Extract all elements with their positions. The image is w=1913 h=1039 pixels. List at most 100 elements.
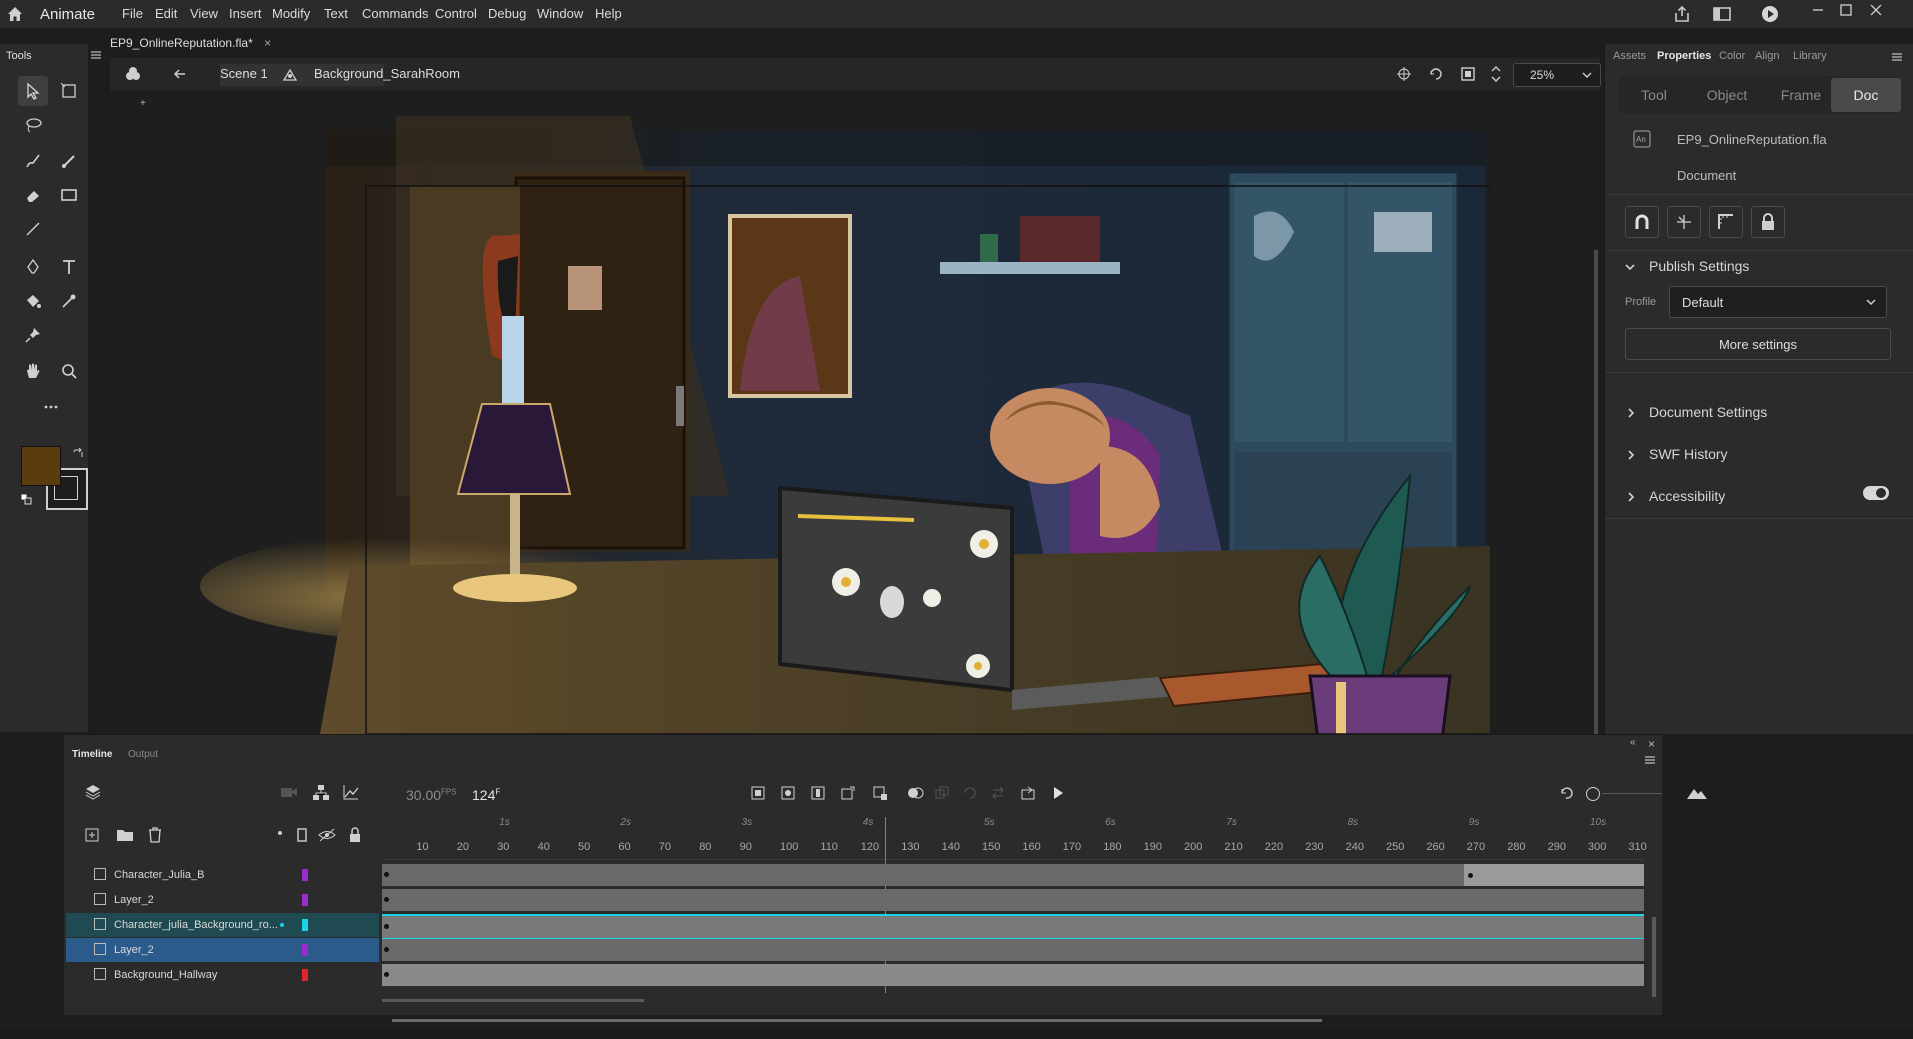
chevron-right-icon[interactable] bbox=[1627, 408, 1635, 418]
layer-color-swatch[interactable] bbox=[302, 969, 308, 981]
collapse-panel-icon[interactable]: « bbox=[1630, 737, 1636, 748]
tab-library[interactable]: Library bbox=[1793, 50, 1827, 62]
document-settings-header[interactable]: Document Settings bbox=[1649, 404, 1767, 420]
stop-icon[interactable] bbox=[750, 785, 766, 801]
edit-symbols-icon[interactable] bbox=[124, 65, 142, 83]
loop-icon[interactable] bbox=[962, 785, 978, 801]
menu-modify[interactable]: Modify bbox=[272, 6, 310, 21]
tab-align[interactable]: Align bbox=[1755, 50, 1779, 62]
new-layer-icon[interactable] bbox=[84, 827, 100, 843]
tab-properties[interactable]: Properties bbox=[1657, 50, 1711, 62]
line-tool[interactable] bbox=[18, 214, 48, 244]
symbol-breadcrumb[interactable]: Background_SarahRoom bbox=[314, 66, 460, 81]
layer-color-swatch[interactable] bbox=[302, 944, 308, 956]
default-colors-icon[interactable] bbox=[20, 493, 32, 505]
chevron-right-icon[interactable] bbox=[1627, 492, 1635, 502]
chevron-right-icon[interactable] bbox=[1627, 450, 1635, 460]
swap-colors-icon[interactable] bbox=[72, 448, 84, 460]
insert-keyframe-icon[interactable] bbox=[780, 785, 796, 801]
eraser-tool[interactable] bbox=[18, 180, 48, 210]
fit-stage-icon[interactable] bbox=[1490, 64, 1502, 84]
panel-menu-icon[interactable] bbox=[90, 50, 102, 60]
frame-span[interactable] bbox=[1464, 864, 1644, 886]
menu-control[interactable]: Control bbox=[435, 6, 477, 21]
graph-icon[interactable] bbox=[342, 783, 360, 801]
segment-tool[interactable]: Tool bbox=[1619, 78, 1689, 112]
outline-icon[interactable] bbox=[297, 827, 307, 843]
more-settings-button[interactable]: More settings bbox=[1625, 328, 1891, 360]
rectangle-tool[interactable] bbox=[54, 180, 84, 210]
home-icon[interactable] bbox=[6, 5, 24, 23]
accessibility-header[interactable]: Accessibility bbox=[1649, 488, 1725, 504]
eyedropper-tool[interactable] bbox=[54, 286, 84, 316]
layer-row[interactable]: Layer_2 bbox=[66, 888, 379, 912]
camera-icon[interactable] bbox=[280, 785, 298, 799]
play-icon[interactable] bbox=[1050, 785, 1066, 801]
delete-layer-icon[interactable] bbox=[148, 827, 162, 843]
document-tab[interactable]: EP9_OnlineReputation.fla* × bbox=[110, 36, 271, 58]
menu-insert[interactable]: Insert bbox=[229, 6, 262, 21]
stage-vertical-scrollbar[interactable] bbox=[1594, 250, 1598, 734]
segment-frame[interactable]: Frame bbox=[1765, 78, 1837, 112]
layer-frames-track[interactable] bbox=[382, 889, 1644, 911]
lock-layer-icon[interactable] bbox=[348, 827, 362, 843]
rulers-button[interactable] bbox=[1709, 206, 1743, 238]
layer-color-swatch[interactable] bbox=[302, 869, 308, 881]
tab-timeline[interactable]: Timeline bbox=[72, 749, 112, 760]
insert-blank-keyframe-icon[interactable] bbox=[810, 785, 826, 801]
layer-color-swatch[interactable] bbox=[302, 919, 308, 931]
fill-color-swatch[interactable] bbox=[21, 446, 61, 486]
keyframe-marker[interactable] bbox=[384, 872, 389, 877]
zoom-tool[interactable] bbox=[54, 356, 84, 386]
menu-file[interactable]: File bbox=[122, 6, 143, 21]
test-movie-icon[interactable] bbox=[1760, 4, 1780, 24]
timeline-horizontal-scrollbar[interactable] bbox=[392, 1019, 1322, 1022]
layer-row[interactable]: Background_Hallway bbox=[66, 963, 379, 987]
close-panel-icon[interactable]: × bbox=[1648, 737, 1655, 751]
accessibility-toggle[interactable] bbox=[1863, 486, 1889, 500]
layer-frames-track[interactable] bbox=[382, 914, 1644, 940]
delete-frame-icon[interactable] bbox=[872, 785, 888, 801]
timeline-zoom-handle[interactable] bbox=[1586, 787, 1600, 801]
timeline-zoom-slider[interactable] bbox=[1602, 793, 1662, 794]
layer-frames-track[interactable] bbox=[382, 864, 1644, 886]
menu-view[interactable]: View bbox=[190, 6, 218, 21]
scene-label[interactable]: Scene 1 bbox=[220, 66, 268, 81]
close-tab-icon[interactable]: × bbox=[264, 36, 271, 50]
snap-button[interactable] bbox=[1625, 206, 1659, 238]
menu-help[interactable]: Help bbox=[595, 6, 622, 21]
pen-tool[interactable] bbox=[18, 252, 48, 282]
chevron-down-icon[interactable] bbox=[1625, 262, 1635, 272]
layers-icon[interactable] bbox=[84, 783, 102, 801]
onion-skin-icon[interactable] bbox=[906, 785, 924, 801]
highlight-dot-icon[interactable] bbox=[278, 831, 282, 835]
stage-artwork[interactable] bbox=[170, 116, 1490, 734]
tab-color[interactable]: Color bbox=[1719, 50, 1745, 62]
layer-parenting-icon[interactable] bbox=[312, 783, 330, 801]
layer-row[interactable]: Character_Julia_B bbox=[66, 863, 379, 887]
free-transform-tool[interactable] bbox=[54, 76, 84, 106]
paint-bucket-tool[interactable] bbox=[18, 286, 48, 316]
swap-icon[interactable] bbox=[990, 785, 1006, 801]
hide-layer-icon[interactable] bbox=[318, 827, 336, 843]
text-tool[interactable] bbox=[54, 252, 84, 282]
convert-keyframe-icon[interactable] bbox=[840, 785, 856, 801]
panel-menu-icon[interactable] bbox=[1644, 755, 1656, 765]
timeline-vertical-scrollbar[interactable] bbox=[1652, 917, 1656, 997]
layer-horizontal-scrollbar[interactable] bbox=[382, 999, 644, 1002]
layer-row[interactable]: Layer_2 bbox=[66, 938, 379, 962]
brush-tool[interactable] bbox=[54, 146, 84, 176]
menu-edit[interactable]: Edit bbox=[155, 6, 177, 21]
layer-color-swatch[interactable] bbox=[302, 894, 308, 906]
layer-frames-track[interactable] bbox=[382, 939, 1644, 961]
menu-debug[interactable]: Debug bbox=[488, 6, 526, 21]
keyframe-marker[interactable] bbox=[384, 972, 389, 977]
timeline-ruler[interactable] bbox=[382, 815, 1644, 860]
pin-tool[interactable] bbox=[18, 320, 48, 350]
zoom-dropdown[interactable]: 25% bbox=[1513, 63, 1601, 87]
tab-output[interactable]: Output bbox=[128, 749, 158, 760]
back-arrow-icon[interactable] bbox=[172, 66, 188, 82]
close-window-icon[interactable] bbox=[1868, 2, 1884, 18]
edit-multiple-frames-icon[interactable] bbox=[934, 785, 950, 801]
paint-brush-tool[interactable] bbox=[18, 146, 48, 176]
